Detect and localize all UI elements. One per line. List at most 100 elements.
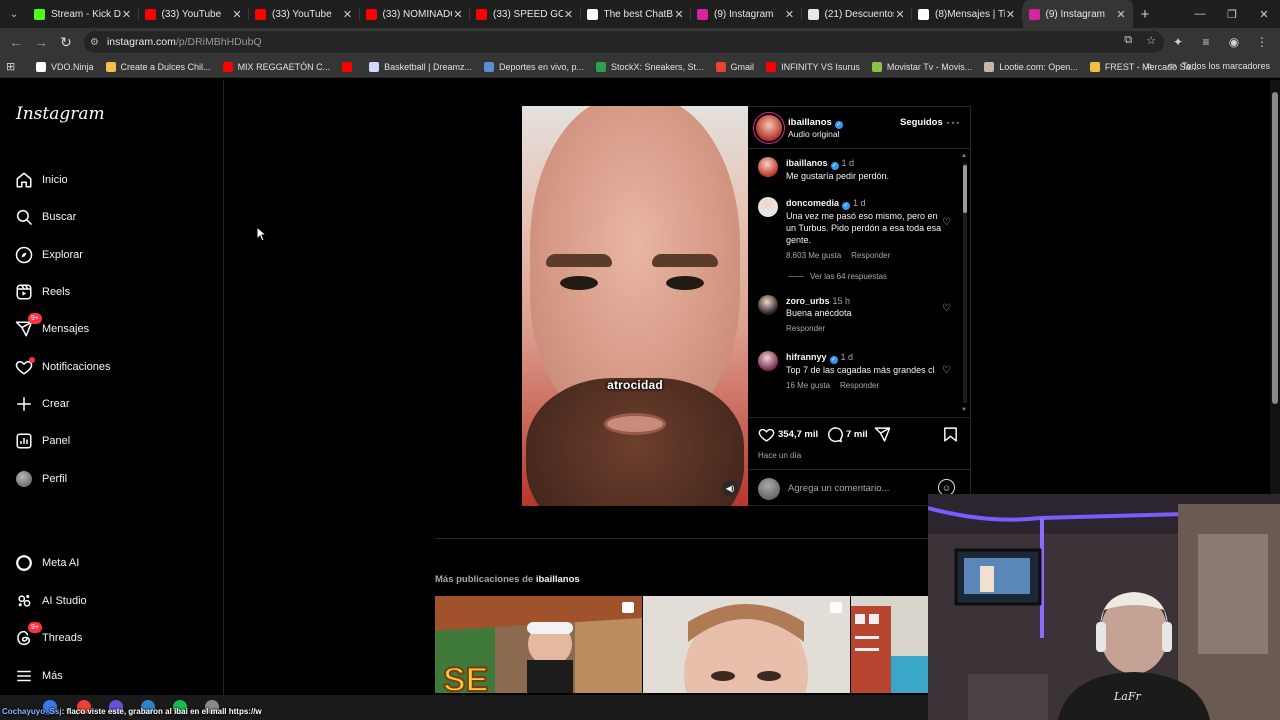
- close-tab-icon[interactable]: ✕: [1115, 8, 1127, 21]
- post-date[interactable]: Hace un día: [758, 451, 801, 460]
- save-button[interactable]: [942, 426, 962, 443]
- reload-icon[interactable]: ↻: [54, 30, 78, 54]
- close-tab-icon[interactable]: ✕: [231, 8, 243, 21]
- install-app-icon[interactable]: ⧉: [1124, 34, 1132, 47]
- browser-tab[interactable]: (21) Descuentos F✕: [802, 0, 913, 28]
- sidebar-item-buscar[interactable]: Buscar: [14, 203, 76, 231]
- scroll-thumb[interactable]: [963, 165, 967, 213]
- close-window-icon[interactable]: ✕: [1248, 0, 1280, 28]
- close-tab-icon[interactable]: ✕: [452, 8, 464, 21]
- post-thumbnail[interactable]: [851, 596, 928, 693]
- browser-tab[interactable]: (9) Instagram ✕: [691, 0, 802, 28]
- scroll-up-icon[interactable]: ▲: [961, 153, 967, 159]
- bookmark-item[interactable]: Deportes en vivo, p...: [483, 61, 584, 72]
- sidebar-item-mensajes[interactable]: 9+ Mensajes: [14, 313, 89, 343]
- sidebar-item-threads[interactable]: 9+ Threads: [14, 622, 82, 652]
- profile-icon[interactable]: ◉: [1222, 30, 1246, 54]
- browser-tab[interactable]: (33) SPEED GOES✕: [470, 0, 581, 28]
- reply-button[interactable]: Responder: [851, 251, 890, 260]
- following-button[interactable]: Seguidos: [900, 117, 943, 128]
- browser-tab[interactable]: (8)Mensajes | TikT✕: [912, 0, 1023, 28]
- author-name[interactable]: ibaillanos ✓: [788, 117, 843, 129]
- browser-tab[interactable]: The best ChatBot✕: [581, 0, 692, 28]
- share-button[interactable]: [874, 426, 894, 443]
- close-tab-icon[interactable]: ✕: [342, 8, 354, 21]
- sidebar-item-reels[interactable]: Reels: [14, 278, 70, 306]
- sidebar-item-ai-studio[interactable]: AI Studio: [14, 587, 87, 615]
- bookmark-item[interactable]: VDO.Ninja: [36, 61, 94, 72]
- sidebar-item-perfil[interactable]: Perfil: [14, 465, 67, 493]
- sidebar-item-panel[interactable]: Panel: [14, 427, 70, 455]
- browser-tab[interactable]: Stream - Kick Das✕: [28, 0, 139, 28]
- bookmark-item[interactable]: Movistar Tv - Movis...: [871, 61, 972, 72]
- commenter-avatar[interactable]: [758, 295, 778, 315]
- bookmark-item[interactable]: Gmail: [715, 61, 754, 72]
- comment-user[interactable]: ibaillanos: [786, 158, 828, 168]
- browser-tab[interactable]: (33) YouTube ✕: [249, 0, 360, 28]
- all-bookmarks[interactable]: ▭ Todos los marcadores: [1167, 60, 1270, 71]
- sidebar-item-crear[interactable]: Crear: [14, 390, 70, 418]
- bookmark-item[interactable]: Lootie.com: Open...: [984, 61, 1078, 72]
- like-button[interactable]: 354,7 mil: [758, 426, 818, 443]
- reel-video[interactable]: atrocidad ◀): [522, 106, 748, 506]
- commenter-avatar[interactable]: [758, 351, 778, 371]
- page-scroll-thumb[interactable]: [1272, 92, 1278, 404]
- commenter-avatar[interactable]: [758, 157, 778, 177]
- tab-search-chevron-icon[interactable]: ⌄: [0, 0, 28, 28]
- media-control-icon[interactable]: ≡: [1194, 30, 1218, 54]
- browser-tab[interactable]: (9) Instagram ✕: [1022, 0, 1133, 28]
- browser-tab[interactable]: (33) YouTube ✕: [139, 0, 250, 28]
- bookmark-item[interactable]: INFINITY VS Isurus: [766, 61, 860, 72]
- reply-button[interactable]: Responder: [840, 381, 879, 390]
- bookmark-item[interactable]: [342, 61, 357, 72]
- minimize-icon[interactable]: —: [1184, 0, 1216, 28]
- forward-icon[interactable]: →: [29, 30, 53, 54]
- comment-user[interactable]: hifrannyy: [786, 352, 827, 362]
- bookmark-item[interactable]: MIX REGGAETÓN C...: [222, 61, 330, 72]
- sound-icon[interactable]: ◀): [722, 480, 738, 496]
- more-bookmarks-icon[interactable]: »: [1146, 60, 1152, 72]
- close-tab-icon[interactable]: ✕: [1005, 8, 1017, 21]
- comment-input[interactable]: Agrega un comentario...: [788, 483, 889, 494]
- bookmark-item[interactable]: Basketball | Dreamz...: [369, 61, 472, 72]
- sidebar-item-más[interactable]: Más: [14, 662, 63, 690]
- sidebar-item-inicio[interactable]: Inicio: [14, 166, 68, 194]
- address-bar[interactable]: ⚙ instagram.com/p/DRiMBhHDubQ ⧉ ☆: [84, 31, 1164, 53]
- bookmark-item[interactable]: Create a Dulces Chil...: [105, 61, 211, 72]
- close-tab-icon[interactable]: ✕: [121, 8, 133, 21]
- like-comment-icon[interactable]: ♡: [942, 365, 951, 376]
- like-comment-icon[interactable]: ♡: [942, 217, 951, 228]
- author-avatar[interactable]: [756, 115, 782, 141]
- comment-user[interactable]: zoro_urbs: [786, 296, 830, 306]
- close-tab-icon[interactable]: ✕: [673, 8, 685, 21]
- comment-likes[interactable]: 16 Me gusta: [786, 381, 830, 390]
- like-comment-icon[interactable]: ♡: [942, 303, 951, 314]
- extensions-icon[interactable]: ✦: [1166, 30, 1190, 54]
- site-info-icon[interactable]: ⚙: [90, 37, 99, 48]
- sidebar-item-explorar[interactable]: Explorar: [14, 241, 83, 269]
- comment-user[interactable]: doncomedia: [786, 198, 839, 208]
- close-tab-icon[interactable]: ✕: [784, 8, 796, 21]
- more-posts-user[interactable]: ibaillanos: [536, 574, 580, 585]
- comment-button[interactable]: 7 mil: [826, 426, 868, 443]
- comments-scrollbar[interactable]: ▲ ▼: [961, 153, 969, 415]
- bookmark-star-icon[interactable]: ☆: [1146, 34, 1156, 47]
- restore-icon[interactable]: ❐: [1216, 0, 1248, 28]
- post-thumbnail[interactable]: [643, 596, 850, 693]
- sidebar-item-notificaciones[interactable]: Notificaciones: [14, 353, 110, 381]
- back-icon[interactable]: ←: [4, 30, 28, 54]
- close-tab-icon[interactable]: ✕: [894, 8, 906, 21]
- sidebar-item-meta-ai[interactable]: Meta AI: [14, 549, 79, 577]
- commenter-avatar[interactable]: [758, 197, 778, 217]
- browser-tab[interactable]: (33) NOMINADOS✕: [360, 0, 471, 28]
- new-tab-plus-icon[interactable]: +: [1133, 6, 1157, 23]
- comment-likes[interactable]: 8.603 Me gusta: [786, 251, 841, 260]
- apps-grid-icon[interactable]: ⊞: [6, 60, 26, 73]
- more-options-icon[interactable]: ···: [946, 115, 961, 129]
- instagram-logo[interactable]: Instagram: [16, 104, 105, 124]
- scroll-down-icon[interactable]: ▼: [961, 407, 967, 413]
- post-thumbnail[interactable]: SE: [435, 596, 642, 693]
- audio-label[interactable]: Audio original: [788, 129, 840, 139]
- reply-button[interactable]: Responder: [786, 324, 825, 333]
- view-replies-button[interactable]: Ver las 64 respuestas: [788, 272, 887, 281]
